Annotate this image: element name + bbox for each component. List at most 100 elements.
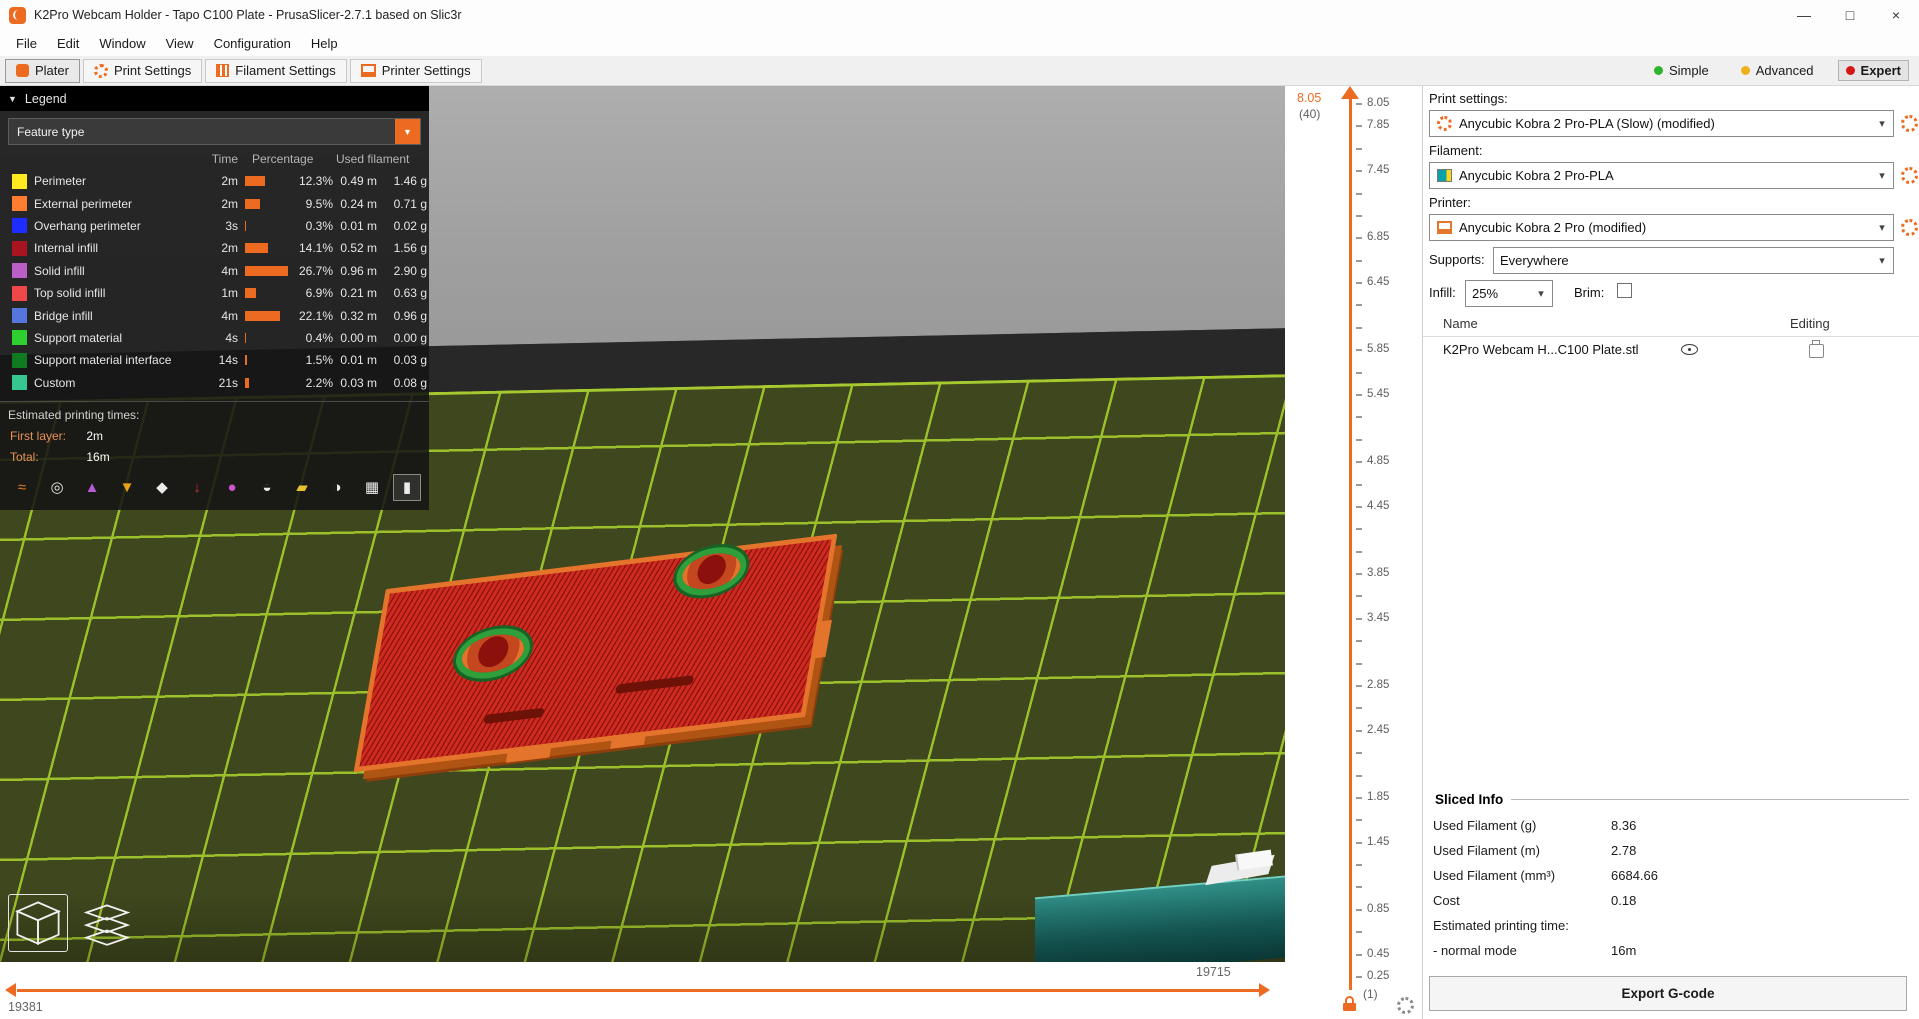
filament-gear-button[interactable] (1901, 167, 1918, 184)
time-estimate-icon[interactable]: ◒ (253, 474, 281, 501)
3d-view-button[interactable] (8, 894, 68, 952)
sliced-info-rows: Used Filament (g) 8.36 Used Filament (m) 2.… (1429, 813, 1909, 963)
layer-tick (1356, 125, 1362, 128)
chevron-down-icon[interactable]: ▾ (1871, 117, 1893, 130)
chevron-down-icon[interactable]: ▾ (1871, 169, 1893, 182)
menu-file[interactable]: File (6, 36, 47, 51)
menu-configuration[interactable]: Configuration (204, 36, 301, 51)
percentage-bar (245, 265, 288, 276)
chevron-down-icon[interactable]: ▾ (1530, 287, 1552, 300)
object-list-row[interactable]: K2Pro Webcam H...C100 Plate.stl (1423, 338, 1919, 362)
object-editing-icon[interactable] (1809, 340, 1824, 358)
legend-header[interactable]: ▼ Legend (0, 86, 429, 111)
name-column-header: Name (1443, 316, 1478, 331)
shells-icon[interactable]: ◎ (43, 474, 71, 501)
layer-tick-label: 3.85 (1367, 567, 1390, 580)
feature-name: Solid infill (34, 263, 85, 278)
layer-tick (1356, 438, 1362, 441)
mode-label: Expert (1860, 63, 1901, 78)
layer-tick (1356, 416, 1362, 419)
model-boss (679, 550, 744, 593)
lock-icon[interactable] (1343, 996, 1356, 1011)
percentage-bar (245, 377, 249, 388)
printing-times-header: Estimated printing times: (0, 400, 429, 422)
feature-length: 0.32 m (340, 308, 377, 323)
layer-tick (1356, 550, 1362, 553)
layer-slider-track[interactable] (1349, 98, 1352, 990)
feature-percentage: 6.9% (305, 286, 333, 301)
tab-plater[interactable]: Plater (5, 58, 80, 83)
visibility-eye-icon[interactable] (1681, 342, 1698, 357)
slider-right-arrow-icon[interactable] (1259, 983, 1270, 997)
sliced-info-row: Used Filament (m) 2.78 (1429, 838, 1909, 863)
settings-tabs: Plater Print Settings Filament Settings Pri… (5, 58, 485, 83)
printer-gear-button[interactable] (1901, 219, 1918, 236)
tab-print-settings[interactable]: Print Settings (82, 58, 203, 83)
supports-combo[interactable]: Everywhere ▾ (1493, 247, 1894, 274)
legend-toggle-icon[interactable]: ▮ (393, 473, 421, 501)
mode-expert[interactable]: Expert (1837, 60, 1909, 81)
menu-help[interactable]: Help (301, 36, 348, 51)
export-gcode-button[interactable]: Export G-code (1429, 976, 1907, 1011)
bed-clip-object (1205, 849, 1285, 896)
layer-tick-label: 6.45 (1367, 276, 1390, 289)
dropdown-arrow-icon[interactable]: ▼ (395, 119, 420, 144)
slider-gear-icon[interactable] (1397, 997, 1414, 1014)
tab-filament-settings[interactable]: Filament Settings (205, 58, 347, 83)
print-settings-combo[interactable]: Anycubic Kobra 2 Pro-PLA (Slow) (modifie… (1429, 110, 1894, 137)
retractions-icon[interactable]: ▼ (113, 474, 141, 501)
feature-weight: 1.56 g (393, 241, 427, 256)
legend-panel: ▼ Legend Feature type ▼ Time Percentage … (0, 86, 429, 510)
legend-row-bridge-infill: Bridge infill 4m 22.1% 0.32 m 0.96 g (0, 304, 429, 326)
custom-gcode-icon[interactable]: ▰ (288, 474, 316, 501)
minimize-button[interactable]: — (1781, 0, 1827, 30)
wireframe-icon[interactable]: ▦ (358, 474, 386, 501)
layer-tick (1356, 326, 1362, 329)
feature-weight: 0.96 g (393, 308, 427, 323)
feature-name: Internal infill (34, 241, 99, 256)
shells-view-icon[interactable]: ◑ (323, 474, 351, 501)
view-type-select[interactable]: Feature type ▼ (8, 118, 421, 145)
layers-view-button[interactable] (78, 900, 136, 952)
hslider-track[interactable] (17, 989, 1259, 992)
seams-icon[interactable]: ◆ (148, 474, 176, 501)
menu-window[interactable]: Window (89, 36, 155, 51)
print-settings-gear-button[interactable] (1901, 115, 1918, 132)
window-title: K2Pro Webcam Holder - Tapo C100 Plate - … (34, 8, 462, 22)
feature-color-swatch (12, 173, 27, 189)
close-button[interactable]: × (1873, 0, 1919, 30)
infill-combo[interactable]: 25% ▾ (1465, 280, 1553, 307)
chevron-down-icon[interactable]: ▾ (1871, 221, 1893, 234)
column-used-filament: Used filament (336, 152, 410, 166)
feature-color-swatch (12, 218, 27, 234)
collapse-arrow-icon[interactable]: ▼ (8, 94, 17, 104)
pause-prints-icon[interactable]: ↓ (183, 474, 211, 501)
tab-printer-settings[interactable]: Printer Settings (349, 58, 482, 83)
gl-canvas[interactable]: ▼ Legend Feature type ▼ Time Percentage … (0, 86, 1285, 962)
layer-tick (1356, 908, 1362, 911)
mode-advanced[interactable]: Advanced (1733, 60, 1822, 81)
chevron-down-icon[interactable]: ▾ (1871, 254, 1893, 267)
mode-simple[interactable]: Simple (1646, 60, 1717, 81)
filament-value: Anycubic Kobra 2 Pro-PLA (1459, 168, 1614, 183)
menu-view[interactable]: View (156, 36, 204, 51)
legend-title: Legend (24, 91, 67, 106)
printer-settings-icon (360, 64, 376, 77)
layer-tick-label: 0.85 (1367, 902, 1390, 915)
layer-tick-label: 8.05 (1367, 97, 1390, 109)
deretractions-icon[interactable]: ▲ (78, 474, 106, 501)
sliced-info-value: 16m (1611, 943, 1637, 958)
legend-row-external-perimeter: External perimeter 2m 9.5% 0.24 m 0.71 g (0, 192, 429, 214)
layer-tick (1356, 707, 1362, 710)
slider-left-arrow-icon[interactable] (5, 983, 16, 997)
travels-icon[interactable]: ≈ (8, 474, 36, 501)
supports-label: Supports: (1429, 252, 1485, 267)
brim-checkbox[interactable] (1617, 283, 1632, 298)
move-max-value: 19715 (1196, 965, 1231, 979)
menu-edit[interactable]: Edit (47, 36, 89, 51)
color-changes-icon[interactable]: ● (218, 474, 246, 501)
printer-combo[interactable]: Anycubic Kobra 2 Pro (modified) ▾ (1429, 214, 1894, 241)
maximize-button[interactable]: □ (1827, 0, 1873, 30)
filament-combo[interactable]: Anycubic Kobra 2 Pro-PLA ▾ (1429, 162, 1894, 189)
feature-name: Support material interface (34, 353, 172, 368)
